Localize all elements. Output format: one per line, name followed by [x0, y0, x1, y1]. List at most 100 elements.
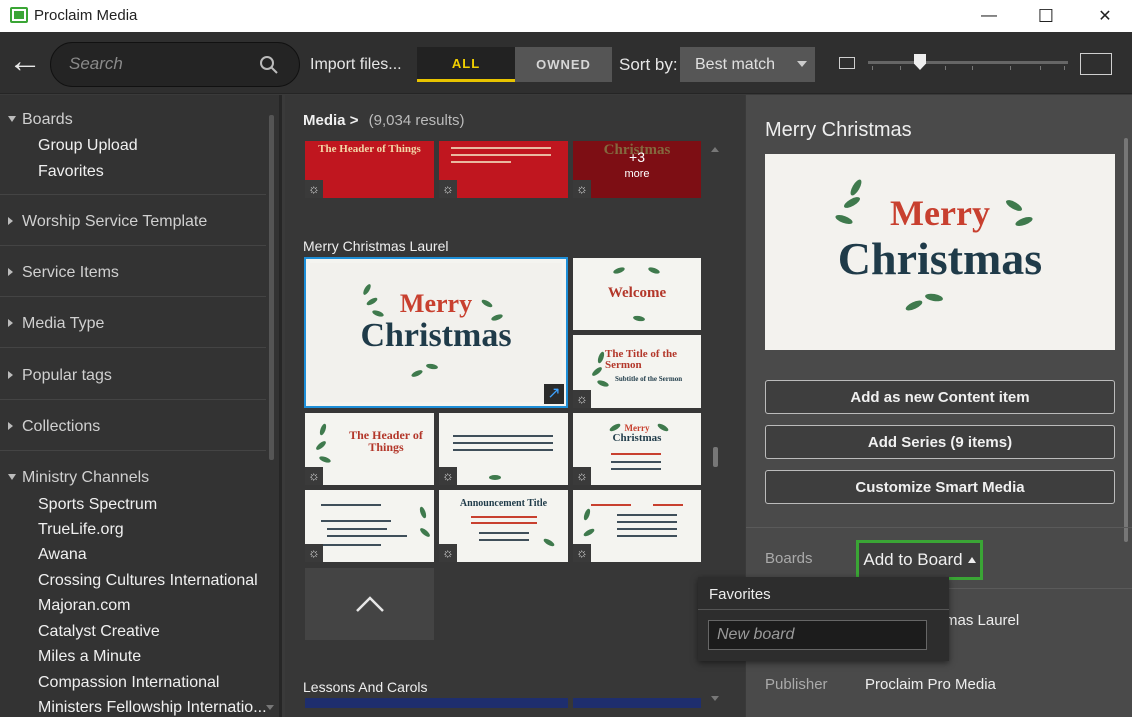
sidebar-section-worship-template[interactable]: Worship Service Template — [0, 196, 266, 246]
text-line — [451, 154, 551, 156]
sidebar-section-media-type[interactable]: Media Type — [0, 298, 266, 348]
scroll-down-icon[interactable] — [266, 705, 274, 710]
media-thumbnail[interactable] — [305, 698, 568, 708]
text-line — [451, 147, 551, 149]
media-thumbnail[interactable] — [573, 698, 701, 708]
channel-item[interactable]: Ministers Fellowship Internatio... — [38, 699, 267, 717]
media-scrollbar[interactable] — [713, 447, 718, 467]
sidebar-header-label: Media Type — [22, 315, 105, 332]
search-input[interactable] — [69, 54, 249, 74]
thumbnail-subtitle: Subtitle of the Sermon — [615, 375, 683, 383]
slider-thumb[interactable] — [914, 54, 926, 70]
sidebar-section-collections[interactable]: Collections — [0, 401, 266, 451]
sidebar-section-popular-tags[interactable]: Popular tags — [0, 350, 266, 400]
thumbnail-size-slider[interactable] — [868, 61, 1068, 64]
media-thumbnail[interactable]: The Title of the Sermon Subtitle of the … — [573, 335, 701, 408]
search-icon[interactable] — [259, 55, 279, 75]
window-title: Proclaim Media — [34, 7, 138, 24]
minimize-button[interactable]: — — [966, 0, 1012, 32]
sun-icon: ☼ — [573, 180, 591, 198]
divider — [698, 609, 949, 610]
more-thumbnails-button[interactable]: Christmas +3 more ☼ — [573, 141, 701, 198]
add-to-board-button[interactable]: Add to Board — [856, 540, 983, 580]
media-thumbnail[interactable]: Welcome — [573, 258, 701, 330]
slider-tick — [872, 66, 873, 70]
media-thumbnail[interactable]: ☼ — [439, 413, 568, 485]
dropdown-item-favorites[interactable]: Favorites — [709, 586, 771, 603]
channel-item[interactable]: Sports Spectrum — [38, 496, 157, 514]
media-thumbnail[interactable]: ☼ — [305, 490, 434, 562]
scroll-up-icon[interactable] — [711, 147, 719, 152]
breadcrumb: Media > (9,034 results) — [303, 112, 465, 129]
new-board-input[interactable] — [708, 620, 927, 650]
collapse-up-button[interactable] — [305, 568, 434, 640]
triangle-right-icon — [8, 371, 13, 379]
slider-tick — [1010, 66, 1011, 70]
channel-item[interactable]: Awana — [38, 546, 87, 564]
chevron-down-icon — [797, 61, 807, 67]
sidebar-header-boards: Boards — [22, 111, 73, 128]
add-content-item-button[interactable]: Add as new Content item — [765, 380, 1115, 414]
sidebar-header-label: Popular tags — [22, 367, 112, 384]
sidebar-item-group-upload[interactable]: Group Upload — [38, 137, 138, 155]
sun-icon: ☼ — [305, 180, 323, 198]
chevron-up-icon — [355, 596, 384, 612]
sort-select[interactable]: Best match — [680, 47, 815, 82]
triangle-right-icon — [8, 319, 13, 327]
close-button[interactable]: ✕ — [1082, 0, 1128, 32]
sidebar-scrollbar[interactable] — [269, 115, 274, 460]
sidebar-section-service-items[interactable]: Service Items — [0, 247, 266, 297]
sort-value: Best match — [695, 56, 776, 73]
triangle-right-icon — [8, 217, 13, 225]
media-thumbnail[interactable]: Announcement Title ☼ — [439, 490, 568, 562]
sidebar-section-ministry-channels[interactable]: Ministry Channels — [0, 452, 266, 492]
small-thumbnail-icon[interactable] — [839, 57, 855, 69]
back-arrow-icon[interactable]: ← — [8, 44, 42, 80]
channel-item[interactable]: Catalyst Creative — [38, 623, 160, 641]
sidebar-header-ministry-channels: Ministry Channels — [22, 469, 150, 486]
channel-item[interactable]: Compassion International — [38, 674, 219, 692]
scroll-down-icon[interactable] — [711, 696, 719, 701]
breadcrumb-media[interactable]: Media — [303, 112, 346, 129]
search-box[interactable] — [50, 42, 300, 87]
large-thumbnail-icon[interactable] — [1080, 53, 1112, 75]
group-title: Merry Christmas Laurel — [303, 238, 449, 254]
sun-icon: ☼ — [573, 544, 591, 562]
preview-line-christmas: Christmas — [837, 233, 1043, 284]
app-icon — [10, 7, 28, 23]
slider-tick — [945, 66, 946, 70]
divider — [746, 527, 1132, 528]
channel-item[interactable]: TrueLife.org — [38, 521, 124, 539]
preview-line-merry: Merry — [399, 289, 473, 318]
media-thumbnail[interactable]: Merry Christmas ☼ — [573, 413, 701, 485]
media-thumbnail[interactable]: ☼ — [573, 490, 701, 562]
add-series-button[interactable]: Add Series (9 items) — [765, 425, 1115, 459]
media-thumbnail[interactable]: The Header of Things ☼ — [305, 141, 434, 198]
sun-icon: ☼ — [573, 390, 591, 408]
thumbnail-title: The Header of Things — [349, 428, 423, 454]
boards-label: Boards — [765, 550, 813, 567]
thumbnail-title: Announcement Title — [459, 498, 548, 509]
filter-all-tab[interactable]: ALL — [417, 47, 515, 82]
detail-scrollbar[interactable] — [1124, 138, 1128, 542]
sidebar-item-favorites[interactable]: Favorites — [38, 163, 104, 181]
slider-tick — [900, 66, 901, 70]
text-line — [451, 161, 511, 163]
channel-item[interactable]: Miles a Minute — [38, 648, 141, 666]
results-count: (9,034 results) — [368, 112, 465, 129]
media-thumbnail[interactable]: The Header of Things ☼ — [305, 413, 434, 485]
import-files-button[interactable]: Import files... — [310, 56, 402, 74]
channel-item[interactable]: Majoran.com — [38, 597, 130, 615]
sidebar-header-label: Service Items — [22, 264, 119, 281]
maximize-button[interactable]: ☐ — [1023, 0, 1069, 32]
media-thumbnail[interactable]: ☼ — [439, 141, 568, 198]
selected-media-thumbnail[interactable]: Merry Christmas ↗ — [304, 257, 568, 408]
triangle-right-icon — [8, 268, 13, 276]
caret-up-icon — [967, 557, 976, 563]
open-arrow-icon[interactable]: ↗ — [544, 384, 564, 404]
add-to-board-label: Add to Board — [863, 550, 963, 569]
filter-owned-tab[interactable]: OWNED — [515, 47, 612, 82]
customize-smart-media-button[interactable]: Customize Smart Media — [765, 470, 1115, 504]
channel-item[interactable]: Crossing Cultures International — [38, 572, 258, 590]
sun-icon: ☼ — [305, 544, 323, 562]
